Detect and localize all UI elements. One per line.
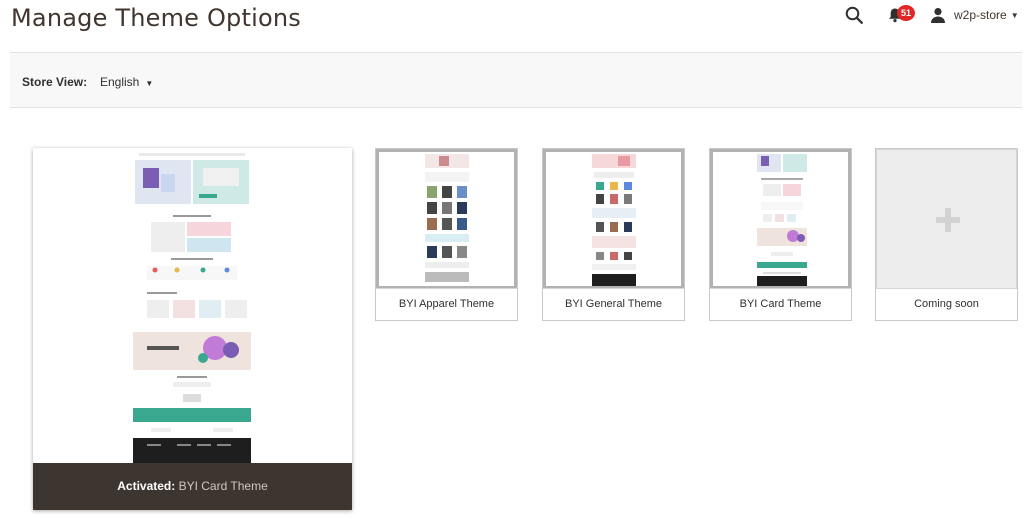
theme-card-general[interactable]: BYI General Theme bbox=[542, 148, 685, 321]
active-theme-label: Activated: bbox=[117, 479, 176, 493]
store-view-bar: Store View: English ▼ bbox=[10, 52, 1022, 108]
theme-name: BYI Apparel Theme bbox=[376, 288, 517, 320]
store-view-selected: English bbox=[100, 75, 140, 89]
notification-count-badge[interactable]: 51 bbox=[897, 5, 915, 21]
store-view-label: Store View: bbox=[22, 75, 88, 89]
theme-preview-placeholder bbox=[876, 149, 1017, 289]
active-theme-footer: Activated: BYI Card Theme bbox=[33, 463, 352, 510]
page-title: Manage Theme Options bbox=[11, 4, 301, 32]
plus-icon bbox=[936, 208, 960, 232]
theme-card-card[interactable]: BYI Card Theme bbox=[709, 148, 852, 321]
active-theme-screenshot bbox=[133, 150, 251, 464]
active-theme-card[interactable]: Activated: BYI Card Theme bbox=[33, 148, 352, 510]
theme-card-coming-soon[interactable]: Coming soon bbox=[875, 148, 1018, 321]
theme-card-apparel[interactable]: BYI Apparel Theme bbox=[375, 148, 518, 321]
theme-screenshot-card bbox=[757, 154, 807, 286]
theme-preview bbox=[376, 149, 517, 289]
theme-screenshot-general bbox=[592, 154, 636, 286]
active-theme-preview bbox=[133, 150, 251, 464]
theme-preview bbox=[710, 149, 851, 289]
theme-screenshot-apparel bbox=[425, 154, 469, 282]
theme-preview bbox=[543, 149, 684, 289]
caret-down-icon: ▼ bbox=[145, 79, 154, 88]
search-icon[interactable] bbox=[845, 6, 863, 24]
store-view-select[interactable]: English ▼ bbox=[100, 75, 153, 89]
user-menu[interactable]: w2p-store ▼ bbox=[930, 5, 1019, 25]
caret-down-icon: ▼ bbox=[1010, 10, 1019, 20]
theme-name: BYI Card Theme bbox=[710, 288, 851, 320]
theme-name: Coming soon bbox=[876, 288, 1017, 320]
user-name: w2p-store bbox=[954, 8, 1007, 22]
user-icon bbox=[931, 8, 945, 23]
active-theme-name: BYI Card Theme bbox=[178, 479, 268, 493]
theme-name: BYI General Theme bbox=[543, 288, 684, 320]
